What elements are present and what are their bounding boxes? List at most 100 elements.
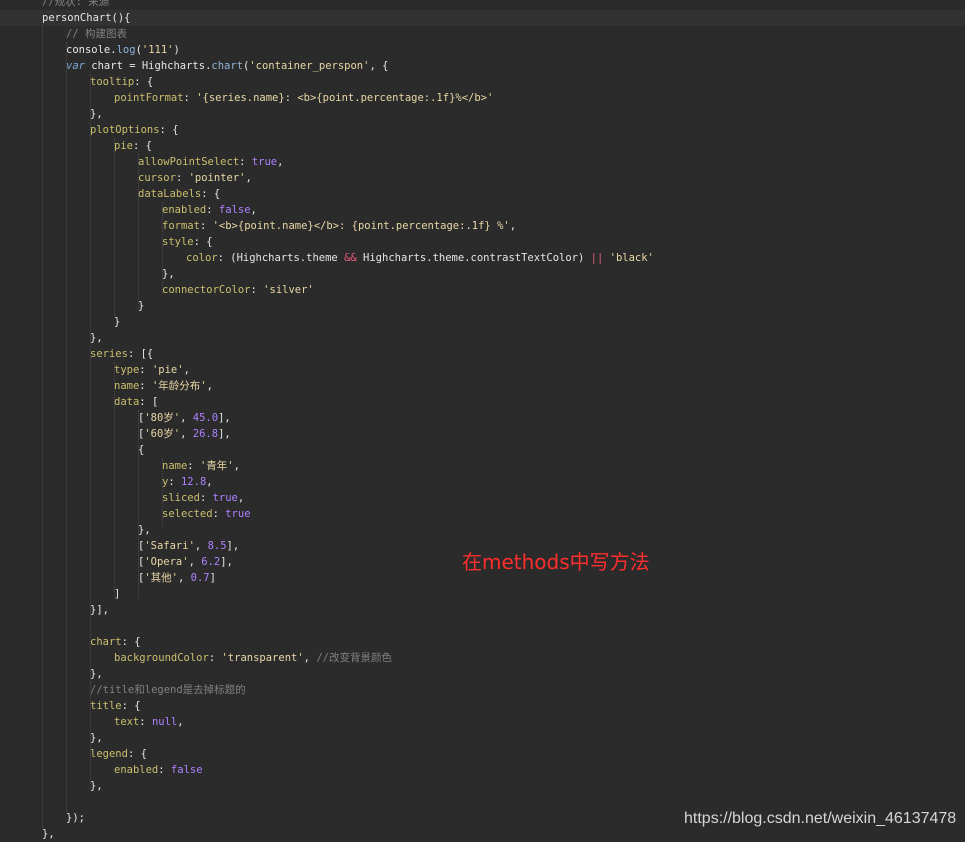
code-line[interactable]: { [138,442,144,458]
code-line[interactable]: var chart = Highcharts.chart('container_… [66,58,388,74]
code-token: null [151,716,178,728]
code-token: : [139,364,152,376]
code-token: ], [218,428,231,440]
code-token: selected [162,508,213,520]
code-token: 'transparent' [221,652,304,664]
code-line[interactable]: name: '年龄分布', [114,378,213,394]
code-token: , [250,204,257,216]
code-line[interactable]: } [114,314,120,330]
code-token: : (Highcharts [217,252,300,264]
code-token: sliced [162,492,200,504]
code-line[interactable]: ['其他', 0.7] [138,570,216,586]
code-line[interactable]: ['80岁', 45.0], [138,410,231,426]
code-token: , [277,156,284,168]
code-token: : [199,220,213,232]
code-line[interactable]: backgroundColor: 'transparent', //改变背景颜色 [114,650,392,666]
code-line[interactable]: cursor: 'pointer', [138,170,252,186]
code-line[interactable]: sliced: true, [162,490,244,506]
code-token: 'container_perspon' [249,60,370,72]
code-token: : [239,156,252,168]
code-line[interactable]: }, [90,106,103,122]
code-line[interactable]: data: [ [114,394,158,410]
code-token: ], [218,412,231,424]
code-line[interactable]: selected: true [162,506,251,522]
editor-gutter [0,0,36,840]
code-line[interactable]: // 构建图表 [66,26,127,42]
code-line[interactable]: }, [90,778,103,794]
code-token: 45.0 [192,412,219,424]
code-token: 6.2 [201,556,221,568]
code-line[interactable]: }); [66,810,85,826]
code-line[interactable]: }, [162,266,175,282]
code-token: } [114,316,121,328]
code-line[interactable]: enabled: false, [162,202,257,218]
code-token: '{series.name}: <b>{point.percentage:.1f… [196,92,494,104]
code-token: : [175,172,189,184]
code-token: cursor [138,172,176,184]
code-line[interactable]: dataLabels: { [138,186,220,202]
code-token: log [116,44,136,56]
code-token: false [170,764,203,776]
code-line[interactable]: }, [138,522,151,538]
code-line[interactable]: color: (Highcharts.theme && Highcharts.t… [186,250,654,266]
code-line[interactable]: }, [90,666,103,682]
code-line[interactable]: ['Safari', 8.5], [138,538,239,554]
code-token: : { [201,188,221,200]
code-line[interactable]: pie: { [114,138,152,154]
code-token: : { [134,76,154,88]
code-line[interactable]: legend: { [90,746,147,762]
code-token: : [208,652,222,664]
code-line[interactable]: console.log('111') [66,42,180,58]
code-token: : [168,476,181,488]
code-token: }, [90,732,103,744]
code-line[interactable]: style: { [162,234,213,250]
code-token: , [180,412,193,424]
code-line[interactable]: ] [114,586,120,602]
code-token: 0.7 [190,572,210,584]
code-token: series [90,348,128,360]
code-line[interactable]: chart: { [90,634,141,650]
indent-guide [114,138,115,318]
code-token: : { [121,700,141,712]
code-line[interactable]: name: '青年', [162,458,240,474]
code-line[interactable]: //title和legend是去掉标题的 [90,682,246,698]
code-line[interactable]: connectorColor: 'silver' [162,282,314,298]
code-line[interactable]: series: [{ [90,346,153,362]
code-token: : [158,764,171,776]
code-line[interactable]: title: { [90,698,141,714]
code-token: ] [114,588,121,600]
code-editor[interactable]: //规状: 来源 personChart(){ // 构建图表 console.log… [0,0,965,840]
code-line[interactable]: plotOptions: { [90,122,179,138]
code-token: var [66,60,85,72]
code-token: color [186,252,218,264]
code-line[interactable]: allowPointSelect: true, [138,154,283,170]
code-token: title [90,700,122,712]
code-line[interactable]: }, [90,730,103,746]
code-line[interactable]: ['Opera', 6.2], [138,554,233,570]
code-token: // 构建图表 [66,28,127,40]
code-line[interactable]: text: null, [114,714,184,730]
code-token: chart [90,636,122,648]
code-line[interactable]: format: '<b>{point.name}</b>: {point.per… [162,218,516,234]
code-line[interactable]: enabled: false [114,762,203,778]
code-token: , [183,364,190,376]
code-token: , [206,380,213,392]
code-line[interactable]: //规状: 来源 [42,0,109,10]
code-line[interactable]: type: 'pie', [114,362,190,378]
code-line[interactable]: ['60岁', 26.8], [138,426,231,442]
code-token: ) [173,44,180,56]
code-token: data [114,396,140,408]
code-line[interactable]: } [138,298,144,314]
code-line[interactable]: y: 12.8, [162,474,213,490]
code-token: 'Safari' [144,540,195,552]
code-token: true [251,156,278,168]
code-line[interactable]: }], [90,602,109,618]
code-token: pie [114,140,133,152]
code-line[interactable]: personChart(){ [42,10,131,26]
code-line[interactable]: pointFormat: '{series.name}: <b>{point.p… [114,90,493,106]
code-token: }, [90,332,103,344]
code-line[interactable]: tooltip: { [90,74,153,90]
code-line[interactable]: }, [90,330,103,346]
code-token: contrastTextColor) [470,252,591,264]
code-token: : { [132,140,152,152]
